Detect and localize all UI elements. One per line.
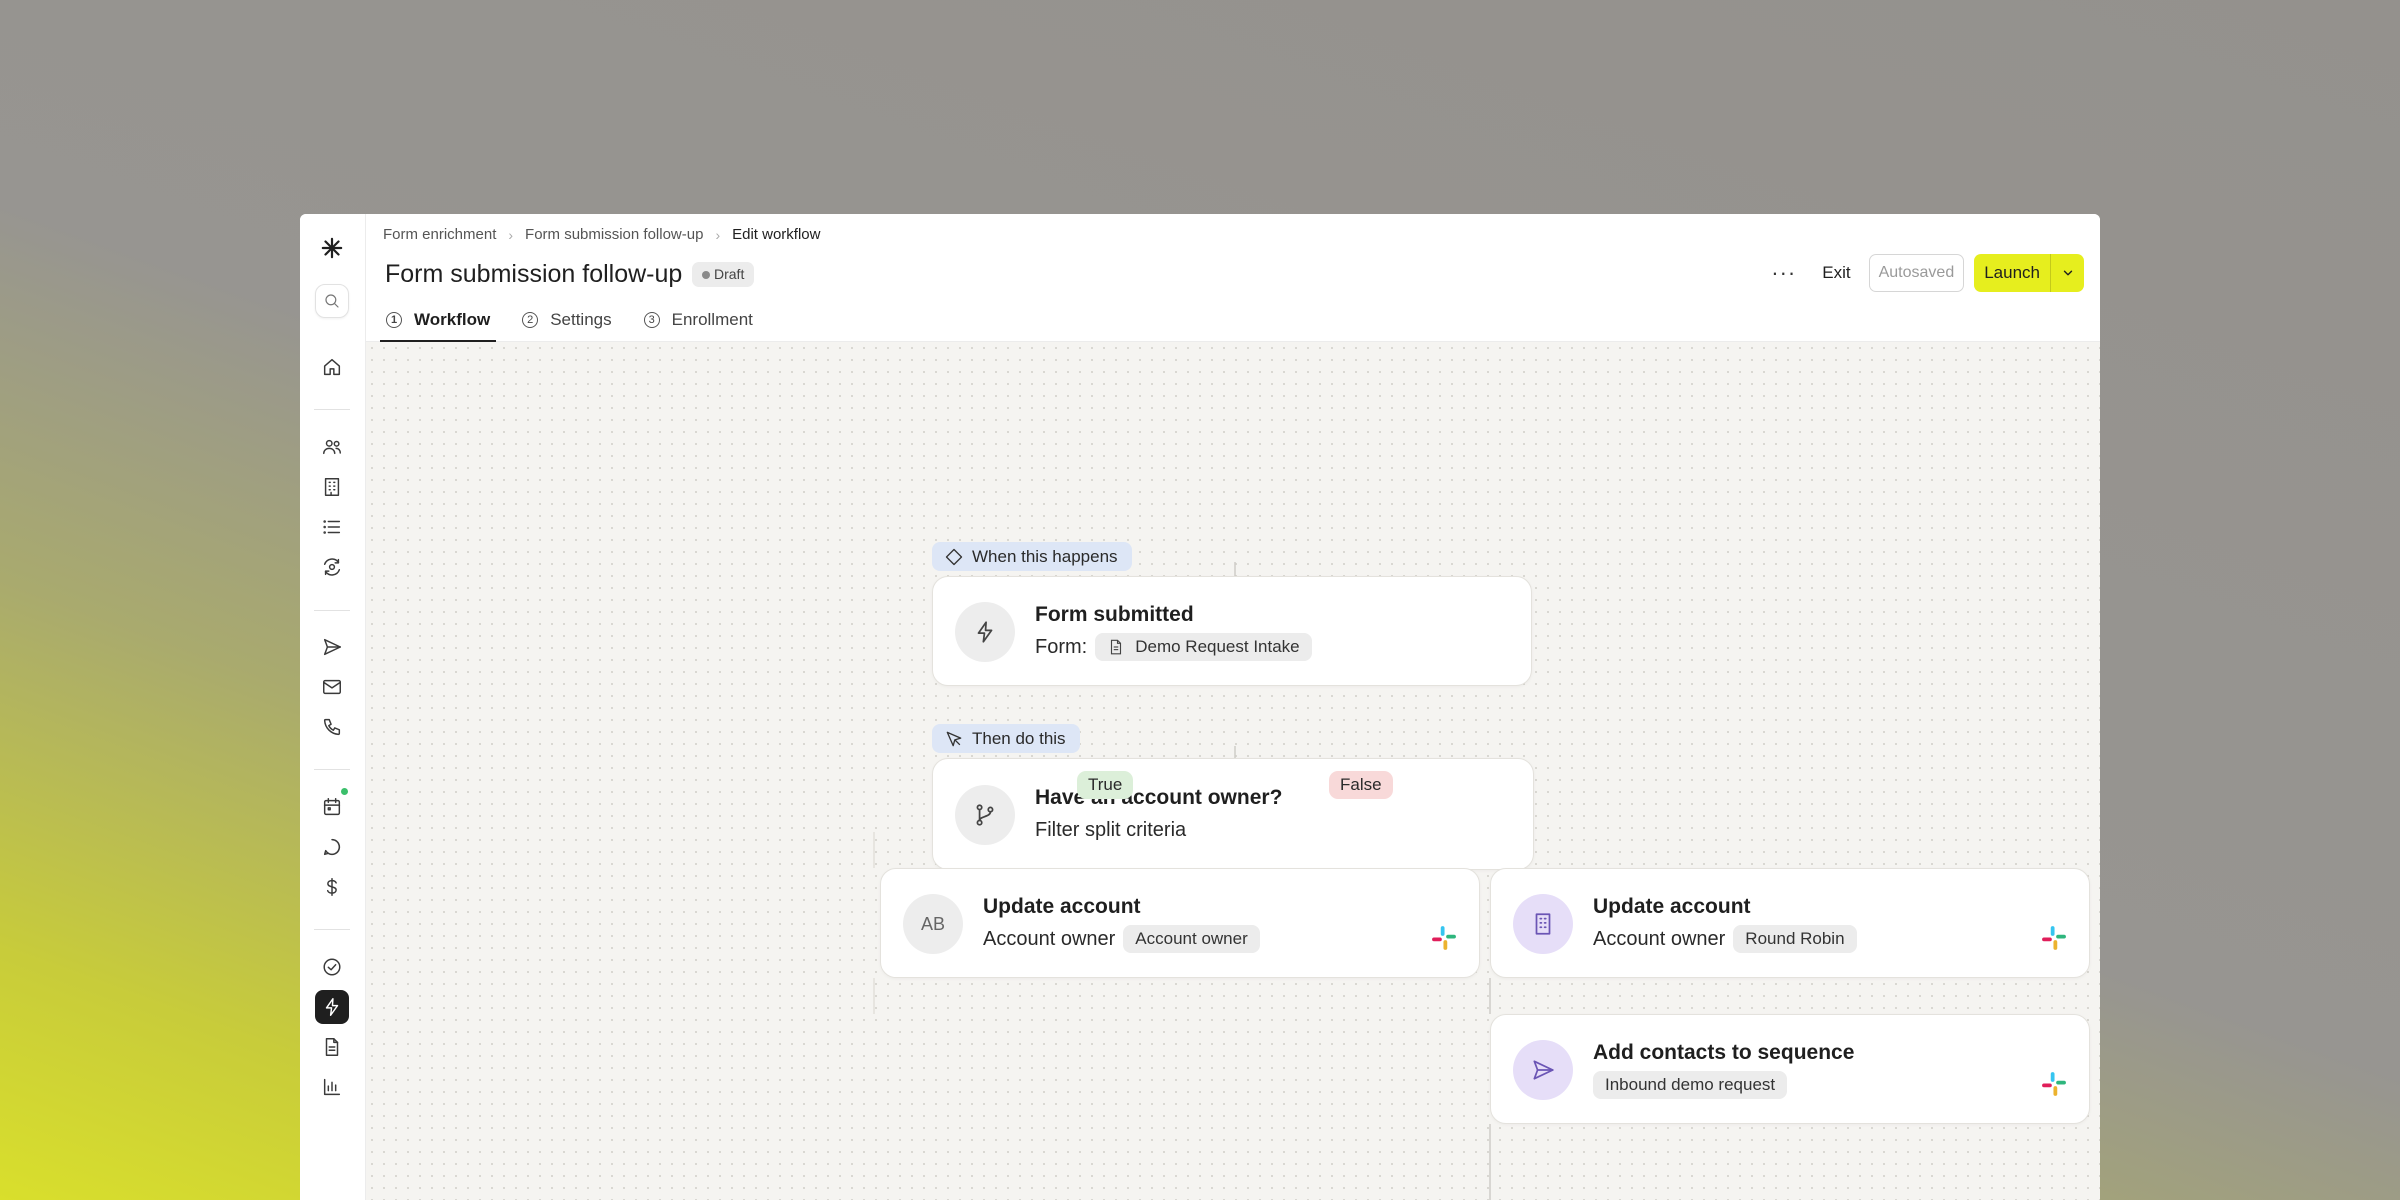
building-icon: [1513, 894, 1573, 954]
update-account-subtitle: Account owner Round Robin: [1593, 925, 1857, 953]
workflow-canvas[interactable]: When this happens Form submitted Form: D…: [366, 342, 2100, 1200]
more-options-button[interactable]: ···: [1771, 260, 1796, 286]
round-robin-pill[interactable]: Round Robin: [1733, 925, 1857, 953]
slack-icon: [2042, 926, 2066, 950]
trigger-section-label: When this happens: [932, 542, 1132, 571]
bolt-icon: [955, 602, 1015, 662]
account-owner-pill[interactable]: Account owner: [1123, 925, 1260, 953]
update-account-subtitle: Account owner Account owner: [983, 925, 1260, 953]
avatar: AB: [903, 894, 963, 954]
tab-number: 1: [386, 312, 402, 328]
mail-icon[interactable]: [315, 670, 349, 704]
update-account-title: Update account: [983, 895, 1141, 918]
trigger-sub-prefix: Form:: [1035, 635, 1088, 658]
search-icon[interactable]: [315, 284, 349, 318]
diamond-icon: [945, 548, 963, 566]
sidebar-divider: [314, 409, 350, 410]
tab-label: Workflow: [414, 310, 491, 329]
tab-bar: 1 Workflow 2 Settings 3 Enrollment: [380, 300, 779, 342]
document-icon: [1111, 639, 1122, 655]
sequence-card[interactable]: Add contacts to sequence Inbound demo re…: [1490, 1014, 2090, 1124]
send-icon: [1513, 1040, 1573, 1100]
notification-dot: [340, 787, 349, 796]
tab-settings[interactable]: 2 Settings: [516, 300, 617, 340]
sidebar-divider: [314, 929, 350, 930]
trigger-subtitle: Form: Demo Request Intake: [1035, 633, 1312, 661]
chat-icon[interactable]: [315, 830, 349, 864]
tab-enrollment[interactable]: 3 Enrollment: [638, 300, 759, 340]
filter-title: Have an account owner?: [1035, 786, 1283, 809]
bolt-icon[interactable]: [315, 990, 349, 1024]
page-header: Form enrichment › Form submission follow…: [366, 214, 2100, 342]
chevron-right-icon: ›: [508, 226, 514, 243]
status-badge: Draft: [692, 262, 755, 287]
update-account-prefix: Account owner: [1593, 927, 1726, 950]
branch-icon: [955, 785, 1015, 845]
breadcrumb-item[interactable]: Form enrichment: [383, 226, 496, 243]
form-name: Demo Request Intake: [1135, 637, 1300, 656]
update-account-prefix: Account owner: [983, 927, 1116, 950]
list-icon[interactable]: [315, 510, 349, 544]
autosaved-indicator: Autosaved: [1868, 254, 1965, 292]
launch-button[interactable]: Launch: [1974, 254, 2050, 292]
update-account-title: Update account: [1593, 895, 1751, 918]
cursor-icon: [946, 731, 962, 747]
trigger-card[interactable]: Form submitted Form: Demo Request Intake: [932, 576, 1532, 686]
tab-workflow[interactable]: 1 Workflow: [380, 300, 497, 342]
sidebar: [300, 214, 366, 1200]
eye-sync-icon[interactable]: [315, 550, 349, 584]
slack-icon: [2042, 1072, 2066, 1096]
asterisk-logo-icon[interactable]: [315, 231, 349, 265]
dollar-icon[interactable]: [315, 870, 349, 904]
launch-split-button: Launch: [1974, 254, 2084, 292]
tab-number: 3: [643, 312, 660, 328]
update-account-false-card[interactable]: Update account Account owner Round Robin: [1490, 868, 2090, 978]
check-circle-icon[interactable]: [315, 950, 349, 984]
false-branch-label: False: [1329, 771, 1393, 799]
sidebar-divider: [314, 610, 350, 611]
update-account-true-card[interactable]: AB Update account Account owner Account …: [880, 868, 1480, 978]
sequence-subtitle: Inbound demo request: [1585, 1071, 1788, 1099]
trigger-title: Form submitted: [1035, 603, 1194, 626]
people-icon[interactable]: [315, 430, 349, 464]
true-branch-label: True: [1077, 771, 1134, 799]
action-section-text: Then do this: [972, 729, 1066, 748]
filter-card[interactable]: Have an account owner? Filter split crit…: [932, 758, 1534, 870]
trigger-section-text: When this happens: [972, 547, 1118, 566]
slack-icon: [1432, 926, 1456, 950]
sidebar-divider: [314, 769, 350, 770]
header-actions: ··· Exit Autosaved Launch: [1771, 254, 2084, 292]
document-icon[interactable]: [315, 1030, 349, 1064]
home-icon[interactable]: [315, 350, 349, 384]
avatar-initials: AB: [920, 913, 945, 934]
form-pill[interactable]: Demo Request Intake: [1095, 633, 1312, 661]
chevron-down-icon[interactable]: [2050, 254, 2084, 292]
send-icon[interactable]: [315, 630, 349, 664]
chart-icon[interactable]: [315, 1070, 349, 1104]
tab-label: Enrollment: [671, 310, 753, 329]
sequence-title: Add contacts to sequence: [1593, 1041, 1855, 1064]
filter-subtitle: Filter split criteria: [1035, 819, 1187, 841]
tab-label: Settings: [550, 310, 612, 329]
sequence-pill[interactable]: Inbound demo request: [1593, 1071, 1788, 1099]
breadcrumb: Form enrichment › Form submission follow…: [383, 226, 820, 243]
breadcrumb-current: Edit workflow: [732, 226, 821, 243]
phone-icon[interactable]: [315, 710, 349, 744]
page-title: Form submission follow-up: [385, 260, 683, 288]
exit-button[interactable]: Exit: [1822, 263, 1850, 283]
action-section-label: Then do this: [932, 724, 1080, 753]
building-icon[interactable]: [315, 470, 349, 504]
chevron-right-icon: ›: [715, 226, 721, 243]
tab-number: 2: [522, 312, 539, 328]
app-window: Form enrichment › Form submission follow…: [300, 214, 2100, 1200]
breadcrumb-item[interactable]: Form submission follow-up: [525, 226, 703, 243]
